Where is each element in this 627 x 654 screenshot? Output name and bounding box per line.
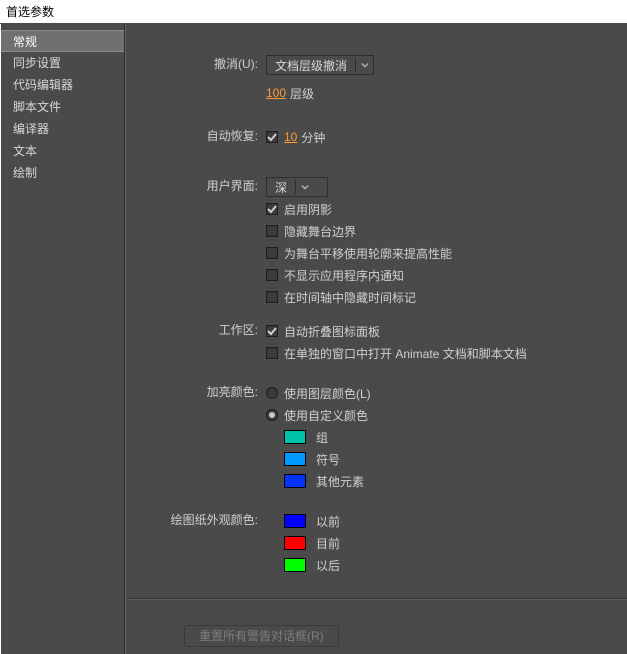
swatch-label: 以后	[316, 557, 340, 574]
highlight-radio-label: 使用图层颜色(L)	[284, 385, 371, 402]
ui-checkbox-label: 启用阴影	[284, 201, 332, 218]
sidebar-item-text[interactable]: 文本	[1, 140, 124, 162]
swatch-label: 组	[316, 429, 328, 446]
sidebar: 常规 同步设置 代码编辑器 脚本文件 编译器 文本 绘制	[1, 24, 125, 654]
sidebar-item-label: 常规	[13, 35, 37, 49]
row-undo: 撤消(U): 文档层级撤消 100 层级	[136, 54, 617, 104]
sidebar-item-label: 绘制	[13, 166, 37, 180]
reset-warnings-button: 重置所有警告对话框(R)	[184, 625, 339, 647]
row-autorecover: 自动恢复: 10 分钟	[136, 126, 617, 148]
sidebar-item-compiler[interactable]: 编译器	[1, 118, 124, 140]
highlight-label: 加亮颜色:	[136, 382, 266, 402]
sidebar-item-code-editor[interactable]: 代码编辑器	[1, 74, 124, 96]
ui-theme-value: 深	[275, 179, 287, 196]
highlight-swatch-symbol[interactable]	[284, 452, 306, 466]
sidebar-item-label: 代码编辑器	[13, 78, 73, 92]
row-onion: 绘图纸外观颜色: 以前 目前 以后	[136, 510, 617, 576]
autorecover-value-input[interactable]: 10	[284, 130, 297, 144]
ui-theme-dropdown[interactable]: 深	[266, 177, 328, 197]
sidebar-item-label: 文本	[13, 144, 37, 158]
row-workspace: 工作区: 自动折叠图标面板 在单独的窗口中打开 Animate 文档和脚本文档	[136, 320, 617, 364]
chevron-down-icon	[355, 58, 369, 72]
preferences-window: 首选参数 常规 同步设置 代码编辑器 脚本文件 编译器 文本 绘制 撤消(U):…	[0, 0, 627, 654]
highlight-radio-custom[interactable]	[266, 409, 278, 421]
sidebar-item-label: 编译器	[13, 122, 49, 136]
chevron-down-icon	[295, 180, 309, 194]
window-body: 常规 同步设置 代码编辑器 脚本文件 编译器 文本 绘制 撤消(U): 文档层级…	[1, 24, 627, 654]
sidebar-item-drawing[interactable]: 绘制	[1, 162, 124, 184]
ui-checkbox-pan-outline[interactable]	[266, 247, 278, 259]
autorecover-label: 自动恢复:	[136, 126, 266, 146]
window-title: 首选参数	[6, 5, 54, 19]
ui-checkbox-shadow[interactable]	[266, 203, 278, 215]
ui-checkbox-hide-inapp-notif[interactable]	[266, 269, 278, 281]
sidebar-item-script-files[interactable]: 脚本文件	[1, 96, 124, 118]
undo-label: 撤消(U):	[136, 54, 266, 74]
sidebar-item-label: 脚本文件	[13, 100, 61, 114]
ui-checkbox-hide-stage-border[interactable]	[266, 225, 278, 237]
ui-checkbox-label: 在时间轴中隐藏时间标记	[284, 289, 416, 306]
row-ui: 用户界面: 深 启用阴影	[136, 176, 617, 308]
ui-checkbox-label: 隐藏舞台边界	[284, 223, 356, 240]
undo-dropdown[interactable]: 文档层级撤消	[266, 55, 374, 75]
sidebar-item-label: 同步设置	[13, 56, 61, 70]
workspace-checkbox-label: 在单独的窗口中打开 Animate 文档和脚本文档	[284, 345, 527, 362]
row-highlight: 加亮颜色: 使用图层颜色(L) 使用自定义颜色 组	[136, 382, 617, 492]
swatch-label: 目前	[316, 535, 340, 552]
section-separator	[126, 599, 627, 600]
undo-dropdown-value: 文档层级撤消	[275, 57, 347, 74]
onion-swatch-after[interactable]	[284, 558, 306, 572]
autorecover-unit: 分钟	[301, 129, 325, 146]
workspace-checkbox-autocollapse[interactable]	[266, 325, 278, 337]
autorecover-checkbox[interactable]	[266, 131, 278, 143]
ui-label: 用户界面:	[136, 176, 266, 196]
ui-checkbox-label: 不显示应用程序内通知	[284, 267, 404, 284]
undo-levels-unit: 层级	[290, 85, 314, 102]
workspace-checkbox-separate-window[interactable]	[266, 347, 278, 359]
onion-swatch-before[interactable]	[284, 514, 306, 528]
window-titlebar: 首选参数	[0, 0, 627, 24]
ui-checkbox-hide-time-markers[interactable]	[266, 291, 278, 303]
highlight-swatch-other[interactable]	[284, 474, 306, 488]
highlight-radio-layer[interactable]	[266, 387, 278, 399]
reset-warnings-label: 重置所有警告对话框(R)	[199, 629, 324, 643]
swatch-label: 其他元素	[316, 473, 364, 490]
main-panel: 撤消(U): 文档层级撤消 100 层级	[125, 24, 627, 654]
workspace-checkbox-label: 自动折叠图标面板	[284, 323, 380, 340]
onion-label: 绘图纸外观颜色:	[136, 510, 266, 530]
onion-swatch-current[interactable]	[284, 536, 306, 550]
swatch-label: 符号	[316, 451, 340, 468]
ui-checkbox-label: 为舞台平移使用轮廓来提高性能	[284, 245, 452, 262]
sidebar-item-general[interactable]: 常规	[1, 30, 124, 52]
undo-levels-input[interactable]: 100	[266, 86, 286, 100]
highlight-swatch-group[interactable]	[284, 430, 306, 444]
highlight-radio-label: 使用自定义颜色	[284, 407, 368, 424]
workspace-label: 工作区:	[136, 320, 266, 340]
sidebar-item-sync[interactable]: 同步设置	[1, 52, 124, 74]
swatch-label: 以前	[316, 513, 340, 530]
